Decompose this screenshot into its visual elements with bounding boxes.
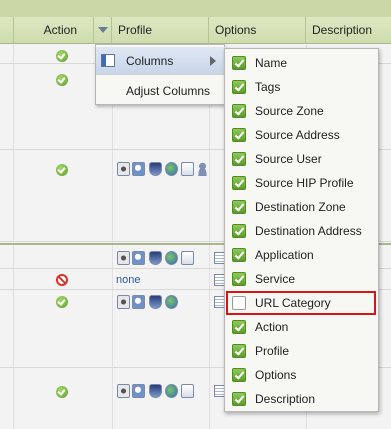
column-toggle-url-category[interactable]: URL Category [225,291,378,315]
column-toggle-label: Source HIP Profile [255,176,354,190]
column-toggle-label: Destination Zone [255,200,346,214]
column-toggle-name[interactable]: Name [225,51,378,75]
spyware-profile-icon[interactable] [132,295,145,309]
checkbox-checked-icon[interactable] [232,200,246,214]
vulnerability-profile-icon[interactable] [149,295,162,309]
allow-action-icon [56,74,68,86]
checkbox-checked-icon[interactable] [232,128,246,142]
column-toggle-source-zone[interactable]: Source Zone [225,99,378,123]
file-blocking-profile-icon[interactable] [181,162,194,176]
column-toggle-source-user[interactable]: Source User [225,147,378,171]
allow-action-icon [56,386,68,398]
checkbox-checked-icon[interactable] [232,152,246,166]
column-toggle-service[interactable]: Service [225,267,378,291]
column-toggle-label: Source User [255,152,322,166]
column-toggle-tags[interactable]: Tags [225,75,378,99]
menu-item-adjust-columns[interactable]: Adjust Columns [96,77,226,104]
column-toggle-application[interactable]: Application [225,243,378,267]
checkbox-checked-icon[interactable] [232,80,246,94]
checkbox-checked-icon[interactable] [232,224,246,238]
antivirus-profile-icon[interactable] [117,384,130,398]
user-profile-icon[interactable] [196,162,209,176]
column-toggle-destination-zone[interactable]: Destination Zone [225,195,378,219]
menu-item-columns-label: Columns [126,54,174,68]
column-toggle-action[interactable]: Action [225,315,378,339]
checkbox-checked-icon[interactable] [232,104,246,118]
checkbox-checked-icon[interactable] [232,368,246,382]
spyware-profile-icon[interactable] [132,251,145,265]
column-header-description[interactable]: Description [306,17,391,44]
column-menu-arrow-icon [98,27,108,33]
url-filtering-profile-icon[interactable] [165,384,178,398]
column-toggle-options[interactable]: Options [225,363,378,387]
submenu-arrow-icon [210,56,216,66]
checkbox-checked-icon[interactable] [232,392,246,406]
column-toggle-profile[interactable]: Profile [225,339,378,363]
vulnerability-profile-icon[interactable] [149,384,162,398]
antivirus-profile-icon[interactable] [117,162,130,176]
url-filtering-profile-icon[interactable] [165,295,178,309]
column-header-action[interactable]: Action [14,17,94,44]
column-toggle-label: Profile [255,344,290,358]
column-toggle-label: Source Zone [255,104,324,118]
grid-header: Action Profile Options Description [0,17,391,44]
column-toggle-label: Service [255,272,296,286]
spyware-profile-icon[interactable] [132,384,145,398]
checkbox-checked-icon[interactable] [232,248,246,262]
file-blocking-profile-icon[interactable] [181,251,194,265]
column-toggle-label: Tags [255,80,281,94]
column-toggle-description[interactable]: Description [225,387,378,411]
menu-item-columns[interactable]: Columns [96,47,226,74]
column-toggle-label: Application [255,248,314,262]
allow-action-icon [56,164,68,176]
column-toggle-label: Description [255,392,316,406]
deny-action-icon [56,274,68,286]
column-toggle-destination-address[interactable]: Destination Address [225,219,378,243]
menu-item-adjust-columns-label: Adjust Columns [126,84,211,98]
file-blocking-profile-icon[interactable] [181,384,194,398]
column-header-options[interactable]: Options [209,17,306,44]
columns-submenu: Name Tags Source Zone Source Address Sou… [224,48,379,412]
column-toggle-label: Name [255,56,288,70]
vulnerability-profile-icon[interactable] [149,162,162,176]
allow-action-icon [56,50,68,62]
url-filtering-profile-icon[interactable] [165,162,178,176]
vulnerability-profile-icon[interactable] [149,251,162,265]
url-filtering-profile-icon[interactable] [165,251,178,265]
antivirus-profile-icon[interactable] [117,251,130,265]
checkbox-checked-icon[interactable] [232,344,246,358]
antivirus-profile-icon[interactable] [117,295,130,309]
checkbox-checked-icon[interactable] [232,320,246,334]
allow-action-icon [56,296,68,308]
column-toggle-label: Source Address [255,128,340,142]
grid-top-band [0,0,391,17]
columns-icon [101,54,115,67]
menu-divider [96,74,226,75]
checkbox-checked-icon[interactable] [232,56,246,70]
checkbox-checked-icon[interactable] [232,176,246,190]
column-toggle-label: Options [255,368,297,382]
profile-none-link[interactable]: none [116,274,140,286]
spyware-profile-icon[interactable] [132,162,145,176]
column-menu-trigger[interactable] [94,17,112,44]
column-toggle-label: Destination Address [255,224,362,238]
highlight-box [226,291,376,315]
column-header-profile[interactable]: Profile [112,17,209,44]
column-toggle-source-address[interactable]: Source Address [225,123,378,147]
column-toggle-source-hip-profile[interactable]: Source HIP Profile [225,171,378,195]
column-toggle-label: Action [255,320,289,334]
column-context-menu: Columns Adjust Columns [95,44,226,105]
checkbox-checked-icon[interactable] [232,272,246,286]
